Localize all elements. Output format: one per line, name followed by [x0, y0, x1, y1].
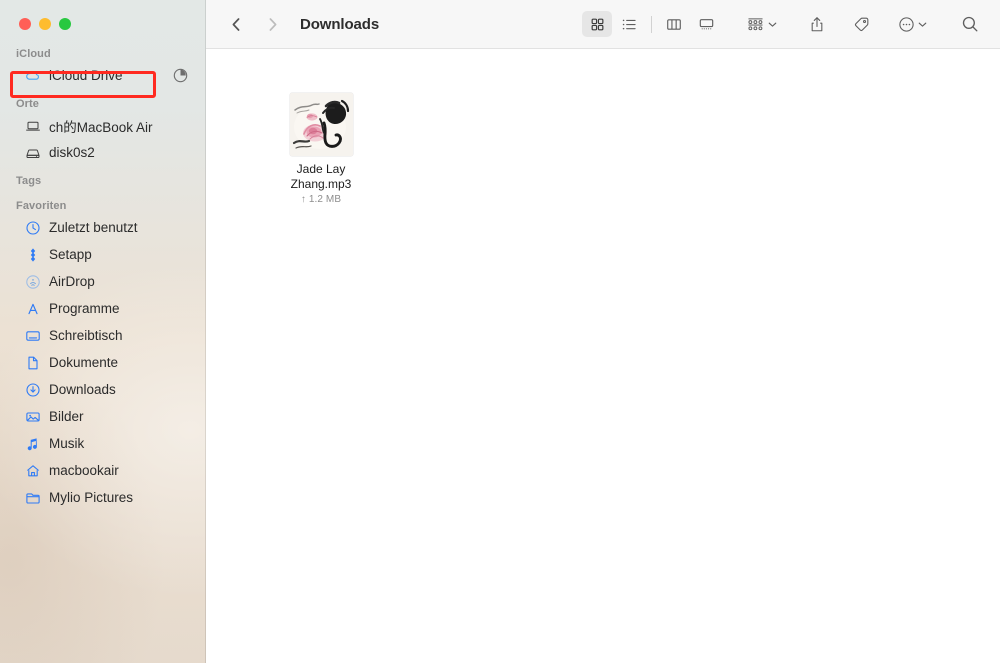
sidebar-item-label: ch的MacBook Air	[49, 119, 153, 135]
sidebar-item-bilder[interactable]: Bilder	[8, 404, 198, 429]
sidebar-item-setapp[interactable]: Setapp	[8, 242, 198, 267]
sidebar-item-disk0s2[interactable]: disk0s2	[8, 140, 198, 165]
search-button[interactable]	[958, 11, 982, 37]
sidebar-item-musik[interactable]: Musik	[8, 431, 198, 456]
sidebar-item-label: Setapp	[49, 247, 92, 262]
column-view-button[interactable]	[659, 11, 689, 37]
file-item[interactable]: Jade Lay Zhang.mp3 ↑ 1.2 MB	[268, 93, 374, 205]
sidebar-section-orte: Orte	[16, 98, 40, 110]
harddisk-icon	[24, 144, 41, 161]
toolbar: Downloads	[206, 0, 1000, 49]
window-controls	[19, 18, 71, 30]
pie-progress-icon	[173, 68, 188, 83]
tags-button[interactable]	[850, 11, 873, 37]
sidebar-item-label: iCloud Drive	[49, 68, 123, 83]
group-by-button[interactable]	[743, 11, 780, 37]
sidebar-item-downloads[interactable]: Downloads	[8, 377, 198, 402]
sidebar-item-label: AirDrop	[49, 274, 95, 289]
sidebar-item-label: Dokumente	[49, 355, 119, 370]
sidebar-item-schreibtisch[interactable]: Schreibtisch	[8, 323, 198, 348]
more-options-button[interactable]	[895, 11, 930, 37]
sidebar-item-label: macbookair	[49, 463, 119, 478]
sidebar-item-macbookair[interactable]: macbookair	[8, 458, 198, 483]
airdrop-icon	[24, 273, 41, 290]
sidebar-item-airdrop[interactable]: AirDrop	[8, 269, 198, 294]
file-name-label: Jade Lay Zhang.mp3	[290, 162, 352, 191]
close-button[interactable]	[19, 18, 31, 30]
sidebar-item-label: Schreibtisch	[49, 328, 123, 343]
file-size-label: ↑ 1.2 MB	[300, 194, 342, 205]
page-title: Downloads	[300, 15, 380, 33]
share-button[interactable]	[806, 11, 828, 37]
applications-icon	[24, 300, 41, 317]
home-icon	[24, 462, 41, 479]
sidebar-item-label: Zuletzt benutzt	[49, 220, 138, 235]
sidebar-section-tags: Tags	[16, 175, 42, 187]
navigation-buttons	[226, 12, 282, 36]
sidebar-list: iCloud iCloud Drive Orte ch的MacBook Air …	[0, 0, 206, 510]
forward-button[interactable]	[262, 12, 282, 36]
folder-icon	[24, 489, 41, 506]
document-icon	[24, 354, 41, 371]
sidebar-item-icloud-drive[interactable]: iCloud Drive	[8, 63, 198, 88]
maximize-button[interactable]	[59, 18, 71, 30]
sidebar-item-label: Bilder	[49, 409, 84, 424]
cloud-icon	[24, 67, 41, 84]
list-view-button[interactable]	[614, 11, 644, 37]
back-button[interactable]	[226, 12, 246, 36]
minimize-button[interactable]	[39, 18, 51, 30]
icon-view-button[interactable]	[582, 11, 612, 37]
sidebar-item-label: Programme	[49, 301, 120, 316]
pictures-icon	[24, 408, 41, 425]
chevron-down-icon	[768, 15, 777, 33]
sidebar-item-dokumente[interactable]: Dokumente	[8, 350, 198, 375]
download-icon	[24, 381, 41, 398]
sidebar-item-label: Musik	[49, 436, 85, 451]
main-area: Downloads Jade Lay Zhang.mp3 ↑ 1.2 MB	[206, 0, 1000, 663]
sidebar-item-label: disk0s2	[49, 145, 95, 160]
view-mode-segmented-control	[582, 11, 721, 37]
sidebar-item-mylio-pictures[interactable]: Mylio Pictures	[8, 485, 198, 510]
sidebar-item-zuletzt-benutzt[interactable]: Zuletzt benutzt	[8, 215, 198, 240]
sidebar-item-label: Downloads	[49, 382, 116, 397]
chevron-down-icon	[918, 15, 927, 33]
setapp-icon	[24, 246, 41, 263]
sidebar-section-favoriten: Favoriten	[16, 200, 67, 212]
finder-window: iCloud iCloud Drive Orte ch的MacBook Air …	[0, 0, 1000, 663]
music-icon	[24, 435, 41, 452]
toolbar-divider	[651, 15, 652, 33]
sidebar-item-programme[interactable]: Programme	[8, 296, 198, 321]
laptop-icon	[24, 117, 41, 134]
sidebar-item-ch-macbook-air[interactable]: ch的MacBook Air	[8, 113, 198, 138]
sidebar: iCloud iCloud Drive Orte ch的MacBook Air …	[0, 0, 206, 663]
clock-icon	[24, 219, 41, 236]
file-browser-content[interactable]: Jade Lay Zhang.mp3 ↑ 1.2 MB	[206, 49, 1000, 663]
file-grid: Jade Lay Zhang.mp3 ↑ 1.2 MB	[268, 93, 1000, 205]
gallery-view-button[interactable]	[691, 11, 721, 37]
album-art-thumbnail	[289, 93, 353, 156]
desktop-icon	[24, 327, 41, 344]
sidebar-item-label: Mylio Pictures	[49, 490, 134, 505]
sidebar-section-icloud: iCloud	[16, 48, 51, 60]
